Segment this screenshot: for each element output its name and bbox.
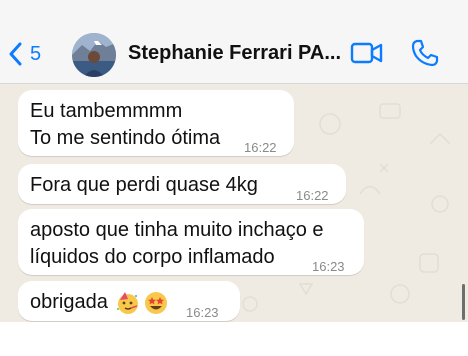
message-text: obrigada [30,289,168,316]
message-bubble[interactable]: Fora que perdi quase 4kg 16:22 [18,164,346,204]
phone-icon[interactable] [410,38,440,68]
message-text: Eu tambemmmm To me sentindo ótima [30,98,220,152]
partying-face-emoji [116,291,138,314]
message-time: 16:22 [244,140,277,155]
back-button[interactable]: 5 [8,38,41,70]
message-line: obrigada [30,291,108,313]
message-line: Fora que perdi quase 4kg [30,174,258,196]
contact-name[interactable]: Stephanie Ferrari PA... [128,42,341,65]
message-bubble[interactable]: obrigada 16:23 [18,281,240,321]
avatar-image [72,33,116,77]
bottom-bar [0,322,468,356]
message-line: líquidos do corpo inflamado [30,246,275,268]
video-call-icon[interactable] [350,38,384,68]
chevron-left-icon [9,42,22,66]
message-list[interactable]: Eu tambemmmm To me sentindo ótima 16:22 … [0,84,468,322]
message-line: aposto que tinha muito inchaço e [30,219,324,241]
message-line: To me sentindo ótima [30,127,221,149]
scrollbar[interactable] [462,284,465,320]
star-struck-emoji [144,291,167,314]
message-bubble[interactable]: Eu tambemmmm To me sentindo ótima 16:22 [18,90,294,156]
message-time: 16:22 [296,188,329,203]
message-text: Fora que perdi quase 4kg [30,172,258,199]
message-line: Eu tambemmmm [30,100,183,122]
unread-count: 5 [30,42,42,65]
message-time: 16:23 [186,305,219,320]
message-text: aposto que tinha muito inchaço e líquido… [30,217,324,271]
chat-header: 5 Stephanie Ferrari PA... [0,0,468,84]
avatar[interactable] [72,33,116,77]
message-time: 16:23 [312,259,345,274]
message-bubble[interactable]: aposto que tinha muito inchaço e líquido… [18,209,364,275]
